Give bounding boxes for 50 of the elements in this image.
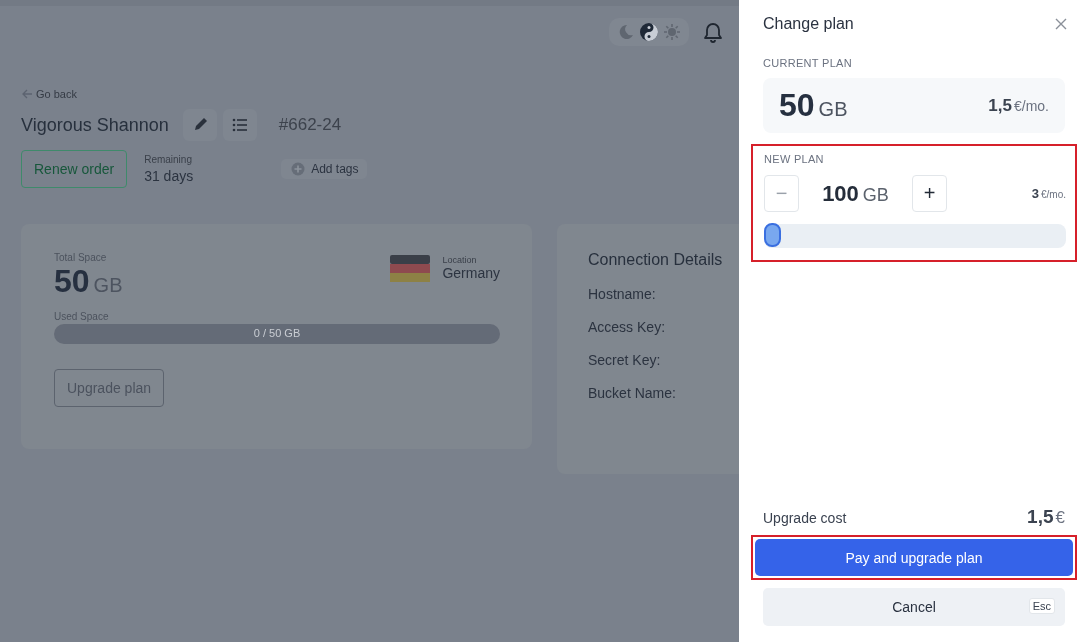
back-link[interactable]: Go back	[21, 88, 739, 100]
plan-size: 50	[779, 87, 815, 124]
increase-button[interactable]: +	[912, 175, 947, 212]
plan-unit: GB	[818, 98, 848, 121]
moon-icon[interactable]	[617, 23, 635, 41]
order-number: #662-24	[278, 115, 342, 135]
plus-circle-icon	[291, 162, 306, 176]
edit-button[interactable]	[182, 109, 217, 141]
remaining-label: Remaining	[144, 154, 193, 165]
plan-slider[interactable]	[764, 224, 1066, 248]
connection-title: Connection Details	[588, 251, 724, 269]
list-button[interactable]	[222, 109, 257, 141]
bell-icon[interactable]	[703, 21, 723, 43]
field-label: Bucket Name:	[588, 385, 677, 401]
pay-upgrade-button[interactable]: Pay and upgrade plan	[755, 539, 1073, 576]
current-plan-label: CURRENT PLAN	[763, 57, 853, 69]
close-button[interactable]	[1055, 18, 1067, 30]
back-link-text[interactable]: Go back	[36, 88, 77, 100]
flag-icon	[390, 255, 431, 282]
plan-size: 100	[822, 180, 859, 207]
location-value: Germany	[442, 265, 500, 281]
panel-title: Change plan	[763, 15, 854, 33]
location-label: Location	[442, 255, 478, 265]
add-tags-button[interactable]: Add tags	[281, 159, 367, 179]
field-label: Secret Key:	[588, 352, 662, 368]
new-plan-label: NEW PLAN	[764, 153, 825, 165]
price-unit: €/mo.	[1014, 97, 1049, 114]
field-label: Access Key:	[588, 319, 667, 335]
plan-unit: GB	[862, 184, 889, 206]
price-amount: 1,5	[988, 95, 1012, 116]
cancel-button[interactable]: Cancel Esc	[763, 588, 1065, 626]
renew-button[interactable]: Renew order	[21, 150, 128, 188]
decrease-button[interactable]: −	[764, 175, 799, 212]
sun-icon[interactable]	[663, 23, 681, 41]
remaining-value: 31 days	[144, 168, 195, 184]
arrow-left-icon	[21, 88, 33, 100]
cost-unit: €	[1055, 508, 1065, 528]
yin-yang-icon[interactable]	[639, 22, 659, 42]
cost-amount: 1,5	[1027, 506, 1054, 528]
total-space-value: 50	[54, 263, 90, 300]
price-amount: 3	[1031, 186, 1039, 201]
list-icon	[231, 117, 248, 133]
shortcut-key: Esc	[1028, 598, 1055, 614]
slider-thumb[interactable]	[764, 223, 781, 247]
price-unit: €/mo.	[1041, 189, 1066, 200]
upgrade-cost-label: Upgrade cost	[763, 510, 847, 526]
usage-reading: 0 / 50 GB	[253, 327, 301, 339]
close-icon	[1055, 18, 1067, 30]
order-title: Vigorous Shannon	[21, 114, 169, 136]
field-label: Hostname:	[588, 286, 657, 302]
